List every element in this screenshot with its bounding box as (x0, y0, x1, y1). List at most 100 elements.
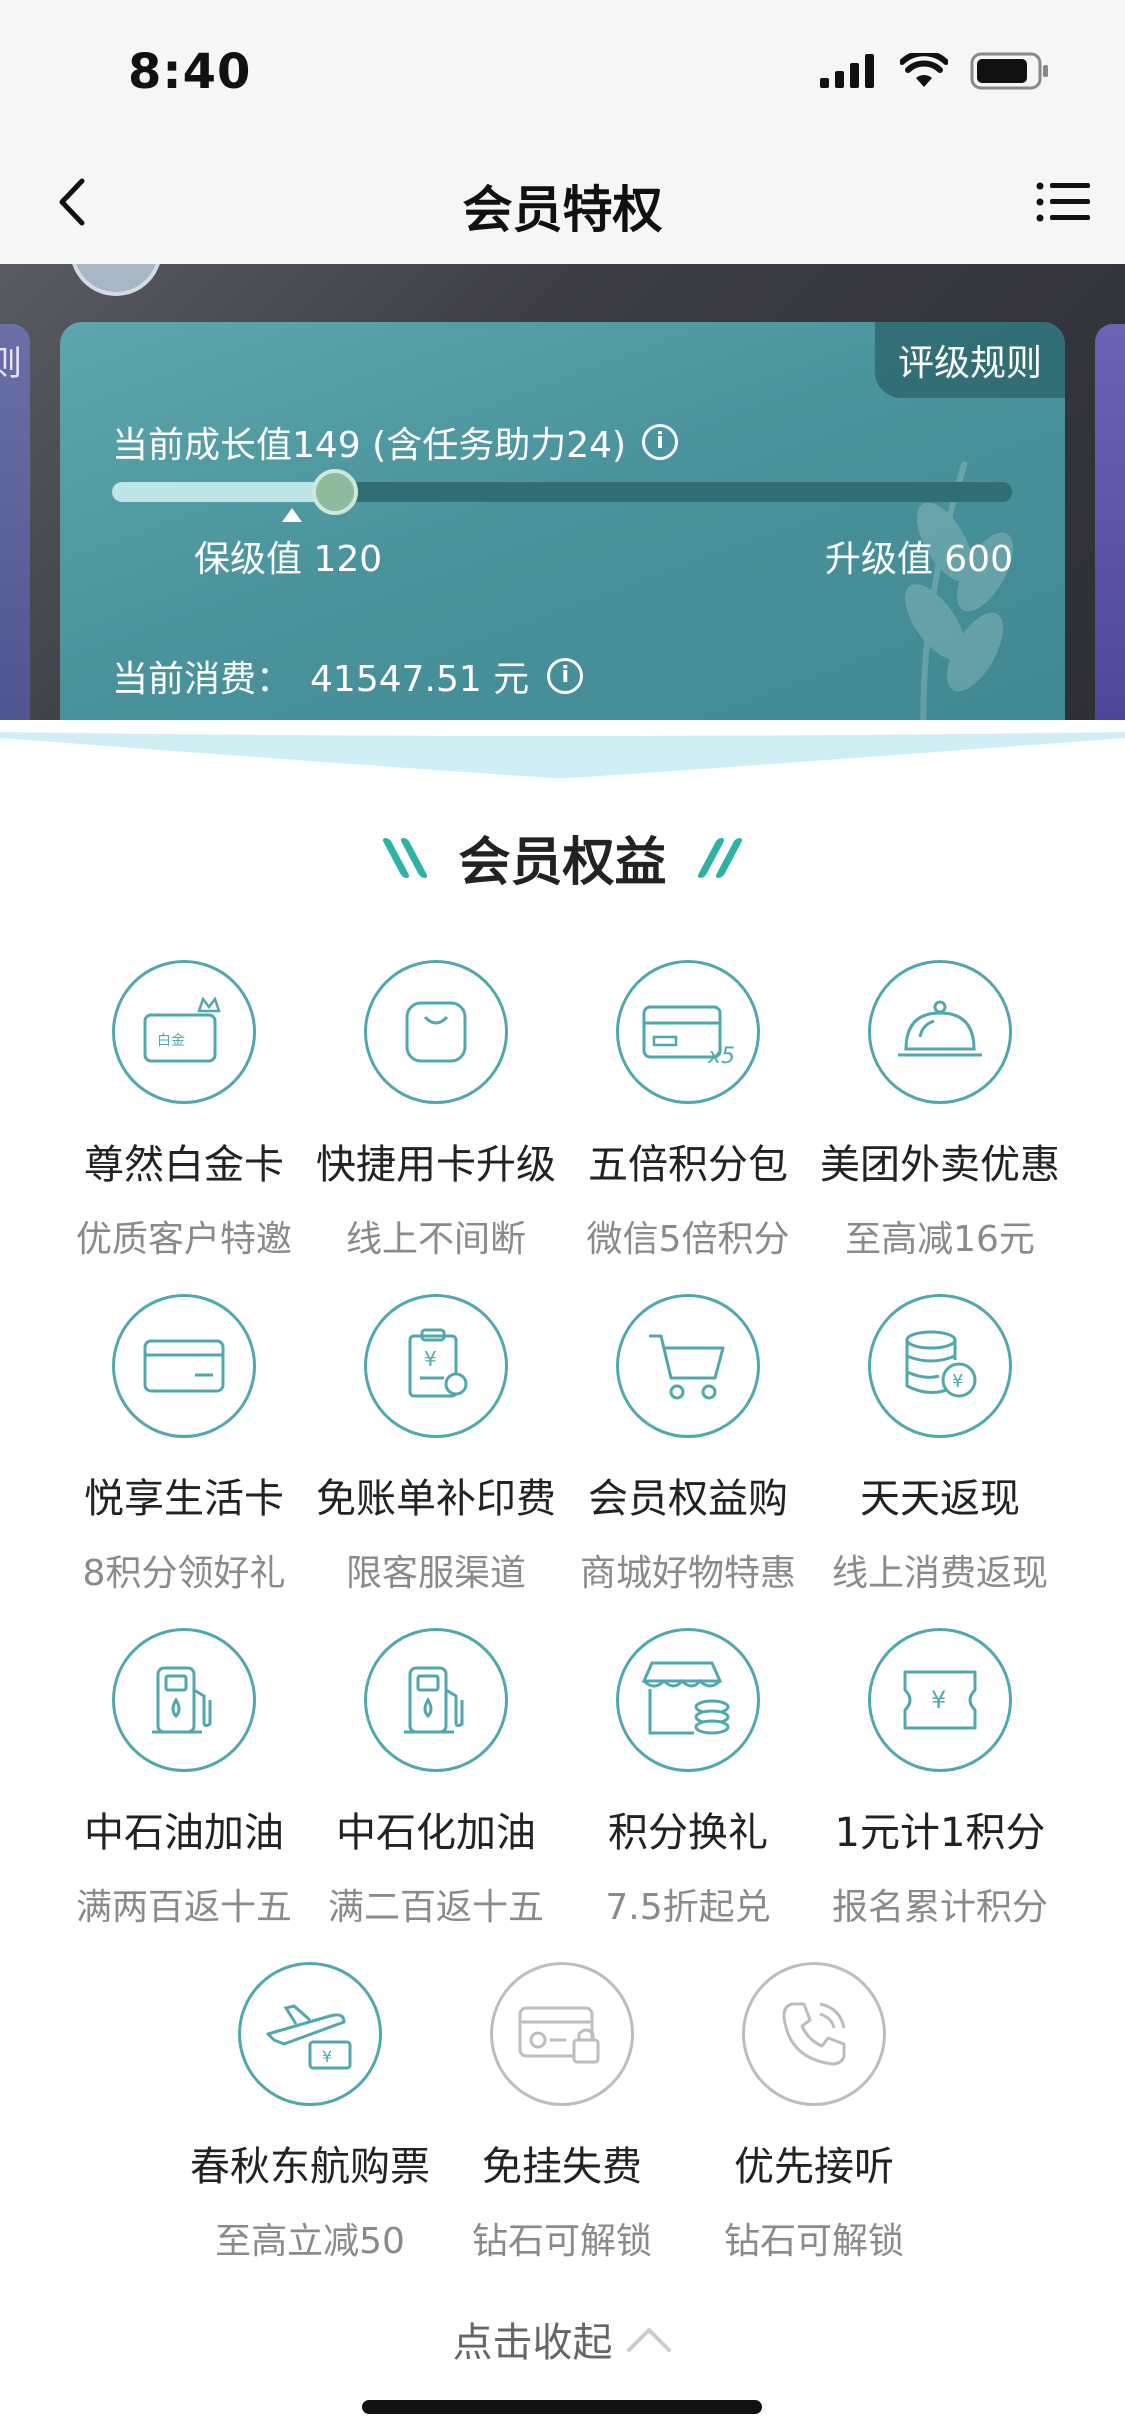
benefit-member-shopping[interactable]: 会员权益购 商城好物特惠 (563, 1294, 813, 1596)
benefit-name: 天天返现 (860, 1476, 1020, 1522)
growth-progress-knob (312, 469, 359, 515)
benefit-five-times-points[interactable]: x5 五倍积分包 微信5倍积分 (563, 960, 813, 1262)
benefit-bill-reprint[interactable]: ¥ 免账单补印费 限客服渠道 (311, 1294, 561, 1596)
list-menu-icon (1036, 182, 1090, 222)
benefit-desc: 优质客户特邀 (75, 1219, 292, 1260)
growth-value-text: 当前成长值149 (含任务助力24) (112, 425, 627, 466)
rating-rules-button[interactable]: 评级规则 (875, 322, 1065, 398)
home-indicator (362, 2400, 762, 2414)
benefit-desc: 线上消费返现 (831, 1553, 1048, 1594)
benefit-desc: 线上不间断 (345, 1219, 526, 1260)
svg-text:¥: ¥ (931, 1686, 946, 1714)
growth-progress-fill (112, 482, 336, 502)
benefit-name: 1元计1积分 (834, 1810, 1046, 1856)
benefit-desc: 7.5折起兑 (605, 1887, 771, 1928)
benefit-name: 美团外卖优惠 (820, 1142, 1060, 1188)
benefit-daily-cashback[interactable]: ¥ 天天返现 线上消费返现 (815, 1294, 1065, 1596)
benefit-desc: 微信5倍积分 (586, 1219, 790, 1260)
next-level-card[interactable] (1095, 324, 1125, 744)
collapse-label: 点击收起 (452, 2320, 613, 2366)
benefit-eastern-airlines[interactable]: ¥ 春秋东航购票 至高立减50 (185, 1962, 435, 2264)
benefit-name: 免账单补印费 (316, 1476, 556, 1522)
benefit-name: 春秋东航购票 (190, 2144, 430, 2190)
collapse-button[interactable]: 点击收起 (0, 2310, 1125, 2368)
keep-level-label: 保级值 120 (194, 539, 383, 580)
benefit-name: 快捷用卡升级 (316, 1142, 556, 1188)
yuan-ticket-icon: ¥ (868, 1628, 1012, 1772)
phone-icon (742, 1962, 886, 2106)
benefit-desc: 钻石可解锁 (723, 2221, 904, 2262)
battery-icon (970, 52, 1048, 90)
benefit-desc: 限客服渠道 (345, 1553, 526, 1594)
benefit-points-gift[interactable]: 积分换礼 7.5折起兑 (563, 1628, 813, 1930)
benefit-life-card[interactable]: 悦享生活卡 8积分领好礼 (59, 1294, 309, 1596)
benefit-desc: 报名累计积分 (831, 1887, 1048, 1928)
growth-value-row: 当前成长值149 (含任务助力24) i (112, 416, 679, 468)
title-slash-left-icon (381, 837, 430, 878)
benefit-quick-card[interactable]: 快捷用卡升级 线上不间断 (311, 960, 561, 1262)
life-card-icon (112, 1294, 256, 1438)
benefit-meituan-takeout[interactable]: 美团外卖优惠 至高减16元 (815, 960, 1065, 1262)
five-times-points-icon: x5 (616, 960, 760, 1104)
benefit-sinopec-fuel[interactable]: 中石化加油 满二百返十五 (311, 1628, 561, 1930)
wave-divider (0, 720, 1125, 820)
benefit-name: 中石化加油 (336, 1810, 536, 1856)
benefit-desc: 商城好物特惠 (579, 1553, 796, 1594)
svg-text:¥: ¥ (952, 1371, 963, 1392)
chevron-up-icon (626, 2328, 671, 2352)
menu-button[interactable] (1031, 170, 1095, 234)
shopping-cart-icon (616, 1294, 760, 1438)
benefit-desc: 8积分领好礼 (82, 1553, 286, 1594)
benefit-name: 会员权益购 (588, 1476, 788, 1522)
petrochina-fuel-icon (112, 1628, 256, 1772)
current-spend-row: 当前消费： 41547.51 元 i (112, 650, 584, 702)
benefit-name: 五倍积分包 (588, 1142, 788, 1188)
growth-progress-bar (112, 469, 1012, 515)
upgrade-level-label: 升级值 600 (824, 539, 1013, 580)
benefit-name: 积分换礼 (608, 1810, 768, 1856)
benefit-name: 优先接听 (734, 2144, 894, 2190)
airplane-ticket-icon: ¥ (238, 1962, 382, 2106)
benefit-loss-report-fee[interactable]: 免挂失费 钻石可解锁 (437, 1962, 687, 2264)
benefit-name: 免挂失费 (482, 2144, 642, 2190)
spend-value: 41547.51 元 (310, 659, 530, 700)
avatar (70, 264, 162, 296)
bill-reprint-icon: ¥ (364, 1294, 508, 1438)
nav-bar: 会员特权 (0, 140, 1125, 264)
benefit-desc: 钻石可解锁 (471, 2221, 652, 2262)
benefit-platinum-card[interactable]: 白金 尊然白金卡 优质客户特邀 (59, 960, 309, 1262)
benefit-petrochina-fuel[interactable]: 中石油加油 满两百返十五 (59, 1628, 309, 1930)
spend-label: 当前消费： (112, 659, 293, 700)
food-cloche-icon (868, 960, 1012, 1104)
wifi-icon (900, 53, 948, 87)
title-slash-right-icon (695, 837, 744, 878)
member-hero: 则 评级规则 当前成长值149 (含任务助力24) i 保级值 120 升级值 … (0, 264, 1125, 764)
card-lock-icon (490, 1962, 634, 2106)
benefit-desc: 至高立减50 (215, 2221, 405, 2262)
page-title: 会员特权 (462, 181, 663, 239)
svg-text:¥: ¥ (424, 1347, 437, 1371)
status-icons (820, 52, 1050, 90)
signal-icon (820, 54, 874, 88)
wheat-decoration-icon (904, 461, 1013, 762)
spend-info-icon[interactable]: i (547, 658, 584, 694)
member-level-card: 评级规则 当前成长值149 (含任务助力24) i 保级值 120 升级值 60… (60, 322, 1065, 762)
benefit-priority-answer[interactable]: 优先接听 钻石可解锁 (689, 1962, 939, 2264)
section-title-text: 会员权益 (458, 833, 667, 893)
benefit-yuan-points[interactable]: ¥ 1元计1积分 报名累计积分 (815, 1628, 1065, 1930)
benefit-desc: 至高减16元 (845, 1219, 1035, 1260)
benefits-section-title: 会员权益 (0, 820, 1125, 895)
svg-text:白金: 白金 (157, 1033, 185, 1049)
quick-card-icon (364, 960, 508, 1104)
points-store-icon (616, 1628, 760, 1772)
growth-info-icon[interactable]: i (642, 424, 679, 460)
benefit-desc: 满两百返十五 (75, 1887, 292, 1928)
svg-text:x5: x5 (707, 1044, 735, 1067)
svg-text:¥: ¥ (322, 2047, 332, 2066)
cashback-coins-icon: ¥ (868, 1294, 1012, 1438)
previous-level-card[interactable]: 则 (0, 324, 30, 744)
status-time: 8:40 (128, 44, 252, 100)
sinopec-fuel-icon (364, 1628, 508, 1772)
benefit-name: 悦享生活卡 (84, 1476, 284, 1522)
benefit-name: 尊然白金卡 (84, 1142, 284, 1188)
